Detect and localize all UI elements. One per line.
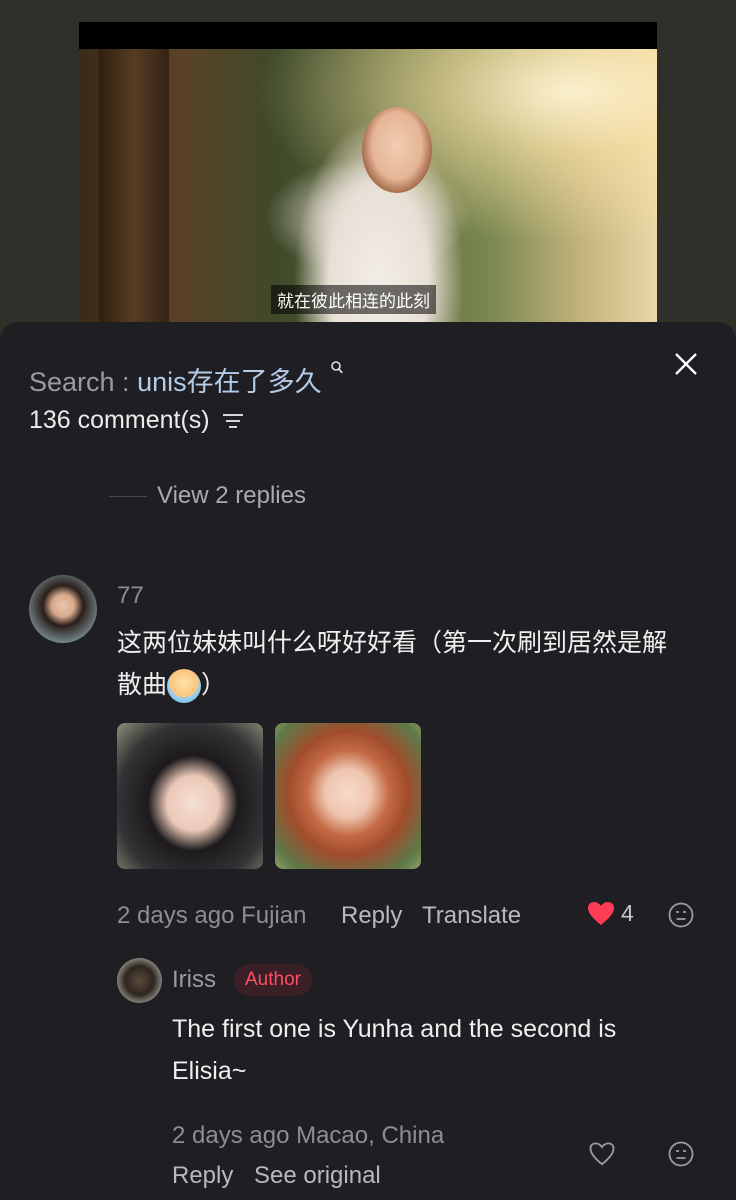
video-frame bbox=[79, 49, 657, 324]
author-badge: Author bbox=[234, 964, 312, 996]
reply-reply-button[interactable]: Reply bbox=[172, 1162, 233, 1190]
reply-time: 2 days ago bbox=[172, 1122, 290, 1149]
comment-location: Fujian bbox=[241, 902, 307, 929]
comments-panel: Search : unis存在了多久 136 comment(s) View 2… bbox=[0, 322, 736, 1200]
like-count: 4 bbox=[621, 900, 634, 926]
heart-outline-icon bbox=[589, 1142, 615, 1166]
crying-face-icon bbox=[167, 669, 202, 704]
comment-text-line2-suffix: ） bbox=[201, 671, 227, 699]
comment-count: 136 comment(s) bbox=[29, 406, 244, 435]
reply-dislike-button[interactable] bbox=[667, 1140, 695, 1168]
reply-text: The first one is Yunha and the second is… bbox=[172, 1015, 617, 1085]
heart-filled-icon bbox=[588, 901, 614, 925]
close-icon bbox=[675, 353, 697, 375]
dislike-button[interactable] bbox=[667, 901, 695, 929]
video-subtitle: 就在彼此相连的此刻 bbox=[271, 285, 436, 314]
comment-username[interactable]: 77 bbox=[117, 582, 144, 610]
comment-meta: 2 days ago Fujian bbox=[117, 902, 306, 930]
comment-count-label: 136 comment(s) bbox=[29, 406, 210, 434]
video-face bbox=[362, 107, 432, 193]
reply-meta: 2 days ago Macao, China bbox=[172, 1122, 444, 1150]
reply-location: Macao, China bbox=[296, 1122, 445, 1149]
tree-trunk bbox=[99, 49, 169, 324]
like-button[interactable]: 4 bbox=[587, 900, 634, 927]
video-player[interactable]: 就在彼此相连的此刻 bbox=[79, 22, 657, 324]
see-original-button[interactable]: See original bbox=[254, 1162, 381, 1190]
neutral-face-icon bbox=[668, 902, 694, 928]
comment-image-2[interactable] bbox=[275, 723, 421, 869]
view-replies-label: View 2 replies bbox=[157, 482, 306, 509]
comment-time: 2 days ago bbox=[117, 902, 235, 929]
reply-button[interactable]: Reply bbox=[341, 902, 402, 930]
view-replies-link[interactable]: View 2 replies bbox=[109, 482, 306, 510]
search-query-line[interactable]: Search : unis存在了多久 bbox=[29, 360, 344, 399]
reply-username[interactable]: Iriss bbox=[172, 966, 216, 994]
close-button[interactable] bbox=[668, 346, 704, 382]
search-prefix: Search : bbox=[29, 367, 138, 397]
comment-text-line2: 散曲 ） bbox=[117, 664, 717, 706]
search-icon bbox=[325, 360, 344, 380]
reply-like-button[interactable] bbox=[588, 1140, 616, 1168]
reply-avatar[interactable] bbox=[117, 958, 162, 1003]
divider-line bbox=[109, 495, 147, 497]
neutral-face-icon bbox=[668, 1141, 694, 1167]
avatar[interactable] bbox=[29, 575, 97, 643]
translate-button[interactable]: Translate bbox=[422, 902, 521, 930]
comment-image-1[interactable] bbox=[117, 723, 263, 869]
comment-text: 这两位妹妹叫什么呀好好看（第一次刷到居然是解 散曲 ） bbox=[117, 622, 717, 706]
search-query: unis存在了多久 bbox=[137, 367, 322, 397]
comment-text-line1: 这两位妹妹叫什么呀好好看（第一次刷到居然是解 bbox=[117, 629, 668, 657]
comment-text-line2-prefix: 散曲 bbox=[117, 671, 168, 699]
filter-icon[interactable] bbox=[222, 412, 244, 430]
